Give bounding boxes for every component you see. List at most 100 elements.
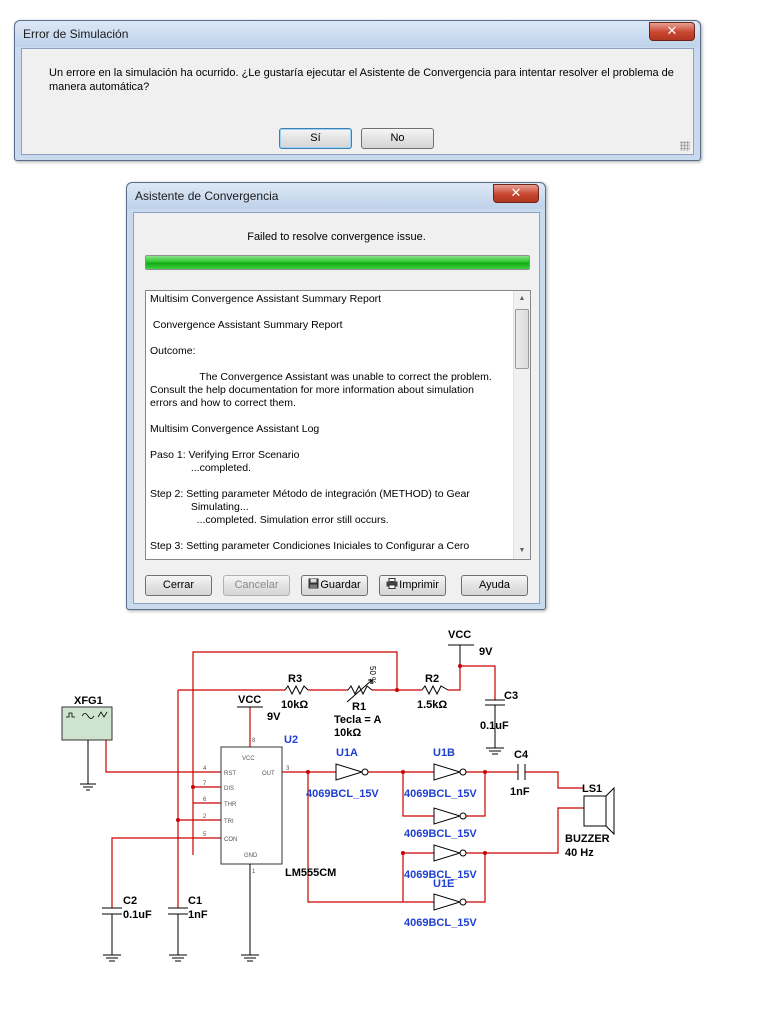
r3-label: R3 [288,673,302,685]
convergence-dialog: Asistente de Convergencia ✕ Failed to re… [126,182,546,610]
pin-num-6: 6 [203,797,207,803]
scroll-up-icon[interactable]: ▲ [514,291,530,307]
r3-value: 10kΩ [281,699,308,711]
c4-label: C4 [514,749,529,761]
progress-bar [145,255,530,270]
convergence-dialog-titlebar[interactable]: Asistente de Convergencia ✕ [127,183,545,209]
vcc-left-value: 9V [267,711,281,723]
report-line [150,410,510,423]
c2-label: C2 [123,895,137,907]
report-line: Multisim Convergence Assistant Log [150,423,320,435]
yes-button[interactable]: Sí [279,128,352,149]
pin-num-4: 4 [203,766,207,772]
close-icon[interactable]: ✕ [493,184,539,203]
u1c-part: 4069BCL_15V [404,828,477,840]
report-line [150,475,510,488]
floppy-icon [308,578,319,589]
pin-out: OUT [262,771,275,777]
pin-gnd: GND [244,853,258,859]
report-line: Paso 1: Verifying Error Scenario [150,449,300,461]
schematic-labels: VCC 9V R3 10kΩ R1 Tecla = A 10kΩ 50 % R2… [74,629,610,929]
c1-label: C1 [188,895,202,907]
c3-value: 0.1uF [480,720,509,732]
report-textarea[interactable]: Multisim Convergence Assistant Summary R… [145,290,531,560]
vcc-top-label: VCC [448,629,471,641]
pin-tri: TRI [224,819,234,825]
report-line: Outcome: [150,345,196,357]
pin-num-5: 5 [203,832,207,838]
circuit-schematic[interactable]: VCC 9V R3 10kΩ R1 Tecla = A 10kΩ 50 % R2… [0,618,776,1024]
error-dialog-title: Error de Simulación [23,27,129,41]
report-text: Multisim Convergence Assistant Summary R… [150,293,510,553]
xfg1-label: XFG1 [74,695,103,707]
print-button[interactable]: Imprimir [379,575,446,596]
pin-num-2: 2 [203,814,207,820]
report-line [150,436,510,449]
u1a-part: 4069BCL_15V [306,788,379,800]
error-message: Un errore en la simulación ha ocurrido. … [49,67,674,93]
pin-num-1: 1 [252,869,256,875]
report-line: Multisim Convergence Assistant Summary R… [150,293,382,305]
resize-grip[interactable] [680,141,690,151]
r1-percent: 50 % [368,666,377,684]
save-button[interactable]: Guardar [301,575,368,596]
pin-num-7: 7 [203,781,207,787]
r2-label: R2 [425,673,439,685]
pin-vcc: VCC [242,756,255,762]
report-line: Step 2: Setting parameter Método de inte… [150,488,470,500]
pin-con: CON [224,837,237,843]
c1-value: 1nF [188,909,208,921]
convergence-dialog-title: Asistente de Convergencia [135,189,279,203]
ls1-frequency: 40 Hz [565,847,594,859]
r1-label: R1 [352,701,366,713]
pin-dis: DIS [224,786,234,792]
error-dialog: Error de Simulación ✕ Un errore en la si… [14,20,701,161]
u1b-label: U1B [433,747,455,759]
cancel-button-label: Cancelar [234,579,279,591]
ls1-label: LS1 [582,783,602,795]
r2-value: 1.5kΩ [417,699,447,711]
report-line: ...completed. Simulation error still occ… [150,514,389,526]
report-line: Simulating... [150,501,249,513]
report-line [150,332,510,345]
status-text: Failed to resolve convergence issue. [247,231,426,243]
scroll-down-icon[interactable]: ▼ [514,543,530,559]
report-scrollbar[interactable]: ▲ ▼ [513,291,530,559]
report-line [150,527,510,540]
report-line: Consult the help documentation for more … [150,384,474,396]
close-button[interactable]: Cerrar [145,575,212,596]
u1a-label: U1A [336,747,358,759]
u1e-label: U1E [433,878,454,890]
print-button-label: Imprimir [399,579,439,591]
ls1-type: BUZZER [565,833,610,845]
report-line [150,358,510,371]
u2-label: U2 [284,734,298,746]
convergence-dialog-body: Failed to resolve convergence issue. Mul… [133,212,540,604]
help-button[interactable]: Ayuda [461,575,528,596]
r1-value: 10kΩ [334,727,361,739]
error-dialog-titlebar[interactable]: Error de Simulación ✕ [15,21,700,47]
vcc-left-label: VCC [238,694,261,706]
u1f-part: 4069BCL_15V [404,917,477,929]
progress-fill [146,256,529,269]
vcc-top-value: 9V [479,646,493,658]
error-dialog-body: Un errore en la simulación ha ocurrido. … [21,48,694,155]
report-line [150,306,510,319]
close-icon[interactable]: ✕ [649,22,695,41]
u1b-part: 4069BCL_15V [404,788,477,800]
help-button-label: Ayuda [479,579,510,591]
c4-value: 1nF [510,786,530,798]
pin-rst: RST [224,771,236,777]
pin-num-8: 8 [252,738,256,744]
report-line: The Convergence Assistant was unable to … [150,371,492,383]
c3-label: C3 [504,690,518,702]
save-button-label: Guardar [320,579,361,591]
report-line: ...completed. [150,462,251,474]
c2-value: 0.1uF [123,909,152,921]
u2-part: LM555CM [285,867,336,879]
pin-num-3: 3 [286,766,290,772]
scroll-thumb[interactable] [515,309,529,369]
no-button[interactable]: No [361,128,434,149]
pin-thr: THR [224,802,237,808]
cancel-button: Cancelar [223,575,290,596]
